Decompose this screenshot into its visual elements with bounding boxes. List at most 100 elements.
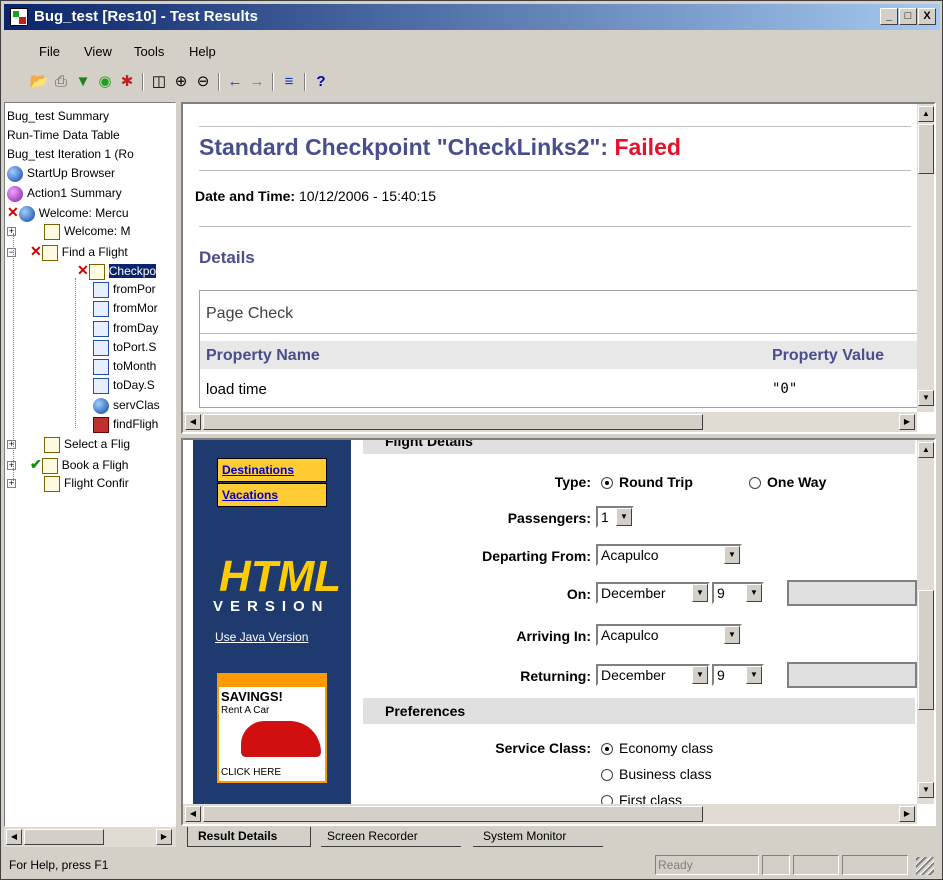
minimize-button[interactable]: _ bbox=[880, 8, 898, 25]
expand-toggle[interactable]: + bbox=[7, 461, 16, 471]
radio-icon bbox=[601, 769, 613, 782]
collapse-toggle[interactable]: − bbox=[7, 248, 16, 258]
preview-icon[interactable]: ◫ bbox=[148, 71, 170, 93]
ad-title: SAVINGS! bbox=[221, 689, 283, 704]
tree-hscroll[interactable]: ◀ ▶ bbox=[4, 827, 176, 847]
arriving-label: Arriving In: bbox=[516, 628, 591, 644]
browser-icon bbox=[7, 165, 23, 182]
depart-day-select[interactable]: 9 ▼ bbox=[712, 582, 764, 604]
scroll-right-icon[interactable]: ▶ bbox=[899, 414, 915, 430]
forward-arrow-icon[interactable]: → bbox=[246, 71, 268, 93]
html-logo: HTML bbox=[219, 552, 342, 601]
tree-item-welcome-page[interactable]: + Welcome: M bbox=[7, 222, 130, 240]
tab-result-details[interactable]: Result Details bbox=[187, 827, 311, 847]
back-arrow-icon[interactable]: ← bbox=[224, 71, 246, 93]
scroll-thumb[interactable] bbox=[203, 414, 703, 430]
expand-toggle[interactable]: + bbox=[7, 479, 16, 489]
filter-icon[interactable]: ▼ bbox=[72, 71, 94, 93]
close-button[interactable]: X bbox=[918, 8, 936, 25]
bug-icon[interactable]: ✱ bbox=[116, 71, 138, 93]
scroll-thumb[interactable] bbox=[203, 806, 703, 822]
tree-item-data-table[interactable]: Run-Time Data Table bbox=[7, 126, 120, 144]
scroll-up-icon[interactable]: ▲ bbox=[918, 106, 934, 122]
nav-vacations-link[interactable]: Vacations bbox=[217, 483, 327, 507]
tree-item-select-flight[interactable]: + Select a Flig bbox=[7, 435, 130, 453]
checkpoint-icon bbox=[88, 263, 105, 280]
tree-item-iteration[interactable]: Bug_test Iteration 1 (Ro bbox=[7, 145, 134, 163]
web-sidebar: Destinations Vacations HTML VERSION Use … bbox=[193, 440, 351, 804]
passengers-select[interactable]: 1 ▼ bbox=[596, 506, 634, 528]
return-day-select[interactable]: 9 ▼ bbox=[712, 664, 764, 686]
scroll-left-icon[interactable]: ◀ bbox=[185, 414, 201, 430]
menu-file[interactable]: File bbox=[39, 44, 60, 59]
tree-item-step[interactable]: findFligh bbox=[93, 415, 158, 433]
tree-item-flight-confirm[interactable]: + Flight Confir bbox=[7, 474, 129, 492]
tree-item-summary[interactable]: Bug_test Summary bbox=[7, 107, 109, 125]
tab-screen-recorder[interactable]: Screen Recorder bbox=[321, 827, 461, 847]
scroll-left-icon[interactable]: ◀ bbox=[6, 829, 22, 845]
scroll-thumb[interactable] bbox=[918, 590, 934, 710]
business-option[interactable]: Business class bbox=[601, 766, 712, 782]
menu-tools[interactable]: Tools bbox=[134, 44, 164, 59]
resize-grip-icon[interactable] bbox=[916, 857, 934, 875]
scroll-right-icon[interactable]: ▶ bbox=[156, 829, 172, 845]
round-trip-option[interactable]: Round Trip bbox=[601, 474, 693, 490]
zoom-in-icon[interactable]: ⊕ bbox=[170, 71, 192, 93]
page-check-title: Page Check bbox=[206, 305, 294, 322]
capture-hscroll[interactable]: ◀ ▶ bbox=[183, 804, 917, 824]
java-version-link[interactable]: Use Java Version bbox=[215, 630, 308, 644]
tree-item-startup[interactable]: StartUp Browser bbox=[7, 164, 115, 182]
maximize-button[interactable]: □ bbox=[899, 8, 917, 25]
depart-month-select[interactable]: December ▼ bbox=[596, 582, 710, 604]
scroll-up-icon[interactable]: ▲ bbox=[918, 442, 934, 458]
economy-option[interactable]: Economy class bbox=[601, 740, 713, 756]
tree-item-step[interactable]: servClas bbox=[93, 396, 160, 414]
arriving-select[interactable]: Acapulco ▼ bbox=[596, 624, 742, 646]
tab-system-monitor[interactable]: System Monitor bbox=[473, 827, 603, 847]
result-hscroll[interactable]: ◀ ▶ bbox=[183, 412, 917, 432]
one-way-option[interactable]: One Way bbox=[749, 474, 826, 490]
tree-item-action1[interactable]: Action1 Summary bbox=[7, 184, 122, 202]
return-month-select[interactable]: December ▼ bbox=[596, 664, 710, 686]
scroll-down-icon[interactable]: ▼ bbox=[918, 390, 934, 406]
radio-step-icon bbox=[93, 397, 109, 414]
tree-item-step[interactable]: toMonth bbox=[93, 357, 156, 375]
tree-item-welcome-browser[interactable]: ✕ Welcome: Mercu bbox=[7, 203, 129, 222]
page-icon bbox=[44, 223, 60, 240]
scroll-left-icon[interactable]: ◀ bbox=[185, 806, 201, 822]
find-icon[interactable]: ◉ bbox=[94, 71, 116, 93]
open-icon[interactable]: 📂 bbox=[28, 71, 50, 93]
scroll-right-icon[interactable]: ▶ bbox=[899, 806, 915, 822]
scroll-down-icon[interactable]: ▼ bbox=[918, 782, 934, 798]
nav-destinations-link[interactable]: Destinations bbox=[217, 458, 327, 482]
print-icon[interactable]: ⎙ bbox=[50, 71, 72, 93]
radio-icon bbox=[601, 743, 613, 756]
help-icon[interactable]: ? bbox=[310, 71, 332, 93]
car-ad[interactable]: SAVINGS! Rent A Car CLICK HERE bbox=[217, 673, 327, 783]
status-bar: For Help, press F1 Ready bbox=[4, 853, 940, 877]
menu-help[interactable]: Help bbox=[189, 44, 216, 59]
tree-item-step[interactable]: toDay.S bbox=[93, 376, 155, 394]
tree-item-step[interactable]: toPort.S bbox=[93, 338, 156, 356]
menu-view[interactable]: View bbox=[84, 44, 112, 59]
tree-item-step[interactable]: fromDay bbox=[93, 319, 158, 337]
car-image-icon bbox=[241, 721, 321, 757]
tree-item-step[interactable]: fromMor bbox=[93, 299, 158, 317]
departing-select[interactable]: Acapulco ▼ bbox=[596, 544, 742, 566]
tree-item-book-flight[interactable]: + ✔ Book a Fligh bbox=[7, 455, 128, 474]
action-icon bbox=[7, 185, 23, 202]
status-panel bbox=[793, 855, 839, 875]
scroll-thumb[interactable] bbox=[24, 829, 104, 845]
zoom-out-icon[interactable]: ⊖ bbox=[192, 71, 214, 93]
capture-vscroll[interactable]: ▲ ▼ bbox=[917, 440, 934, 804]
tree-item-checkpoint[interactable]: ✕ Checkpo bbox=[77, 261, 157, 280]
expand-toggle[interactable]: + bbox=[7, 440, 16, 450]
expand-toggle[interactable]: + bbox=[7, 227, 16, 237]
scroll-thumb[interactable] bbox=[918, 124, 934, 174]
result-vscroll[interactable]: ▲ ▼ bbox=[917, 104, 934, 412]
row-property-name: load time bbox=[206, 381, 267, 398]
expand-icon[interactable]: ≡ bbox=[278, 71, 300, 93]
tree-item-find-flight[interactable]: − ✕ Find a Flight bbox=[7, 242, 128, 261]
tree-item-step[interactable]: fromPor bbox=[93, 280, 156, 298]
step-icon bbox=[93, 358, 109, 375]
